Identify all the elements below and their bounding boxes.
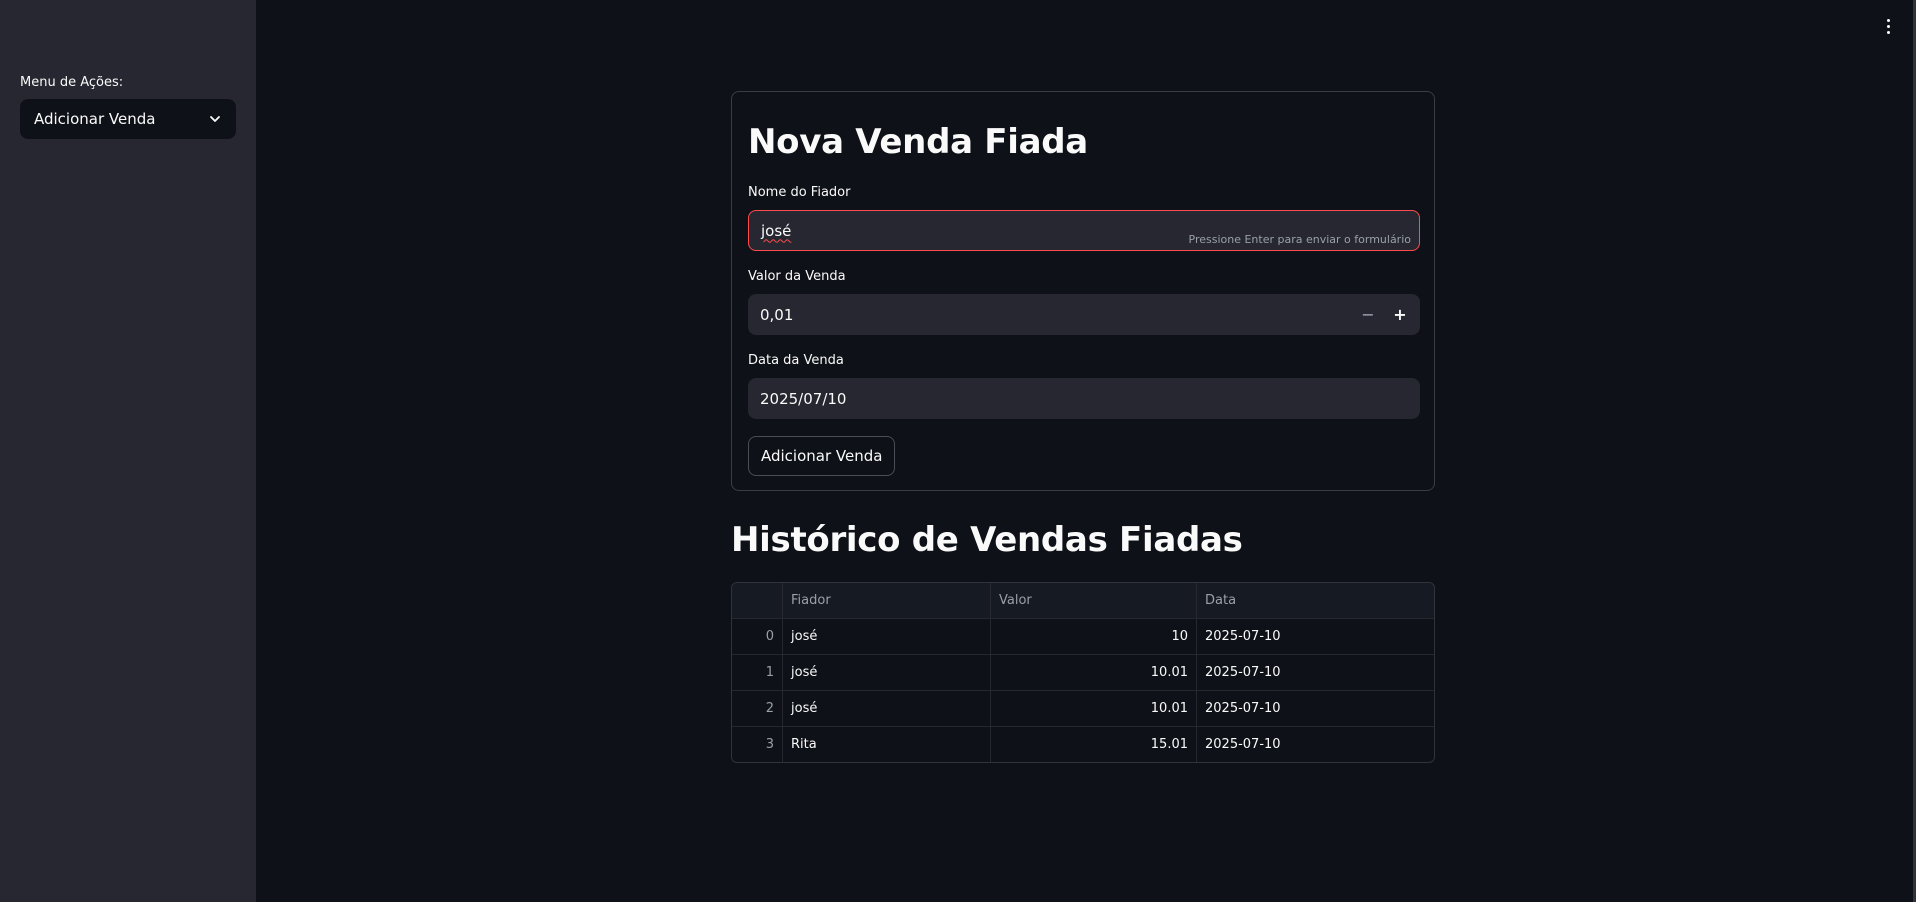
value-input-value: 0,01 (760, 305, 794, 324)
cell-valor[interactable]: 10.01 (991, 691, 1197, 726)
history-title: Histórico de Vendas Fiadas (731, 520, 1243, 560)
name-input[interactable]: josé Pressione Enter para enviar o formu… (748, 210, 1420, 251)
row-index: 0 (732, 619, 783, 654)
cell-data[interactable]: 2025-07-10 (1197, 655, 1434, 690)
date-input-value: 2025/07/10 (760, 389, 847, 408)
table-row: 0 josé 10 2025-07-10 (732, 619, 1434, 655)
cell-valor[interactable]: 10.01 (991, 655, 1197, 690)
form-title: Nova Venda Fiada (748, 122, 1088, 162)
cell-data[interactable]: 2025-07-10 (1197, 727, 1434, 762)
table-header-row: Fiador Valor Data (732, 583, 1434, 619)
enter-hint: Pressione Enter para enviar o formulário (1188, 233, 1412, 246)
cell-fiador[interactable]: josé (783, 619, 991, 654)
row-index: 2 (732, 691, 783, 726)
action-menu-label: Menu de Ações: (20, 75, 124, 90)
cell-fiador[interactable]: Rita (783, 727, 991, 762)
cell-data[interactable]: 2025-07-10 (1197, 619, 1434, 654)
value-number-input[interactable]: 0,01 − + (748, 294, 1420, 335)
table-row: 3 Rita 15.01 2025-07-10 (732, 727, 1434, 762)
action-menu-select-value: Adicionar Venda (34, 110, 156, 128)
value-field-label: Valor da Venda (748, 269, 846, 284)
cell-fiador[interactable]: josé (783, 655, 991, 690)
column-header-data[interactable]: Data (1197, 583, 1434, 618)
new-sale-form: Nova Venda Fiada Nome do Fiador josé Pre… (731, 91, 1435, 491)
table-row: 1 josé 10.01 2025-07-10 (732, 655, 1434, 691)
name-input-value: josé (761, 221, 792, 240)
column-header-index[interactable] (732, 583, 783, 618)
kebab-menu-icon[interactable] (1880, 16, 1896, 36)
table-row: 2 josé 10.01 2025-07-10 (732, 691, 1434, 727)
column-header-valor[interactable]: Valor (991, 583, 1197, 618)
column-header-fiador[interactable]: Fiador (783, 583, 991, 618)
name-field-label: Nome do Fiador (748, 185, 851, 200)
date-input[interactable]: 2025/07/10 (748, 378, 1420, 419)
date-field-label: Data da Venda (748, 353, 844, 368)
row-index: 3 (732, 727, 783, 762)
chevron-down-icon (208, 112, 222, 126)
sidebar: Menu de Ações: Adicionar Venda (0, 0, 256, 902)
cell-fiador[interactable]: josé (783, 691, 991, 726)
sales-table[interactable]: Fiador Valor Data 0 josé 10 2025-07-10 1… (731, 582, 1435, 763)
cell-valor[interactable]: 15.01 (991, 727, 1197, 762)
increment-button[interactable]: + (1384, 294, 1416, 335)
row-index: 1 (732, 655, 783, 690)
cell-valor[interactable]: 10 (991, 619, 1197, 654)
action-menu-select[interactable]: Adicionar Venda (20, 99, 236, 139)
cell-data[interactable]: 2025-07-10 (1197, 691, 1434, 726)
add-sale-button[interactable]: Adicionar Venda (748, 436, 896, 476)
decrement-button[interactable]: − (1352, 294, 1384, 335)
